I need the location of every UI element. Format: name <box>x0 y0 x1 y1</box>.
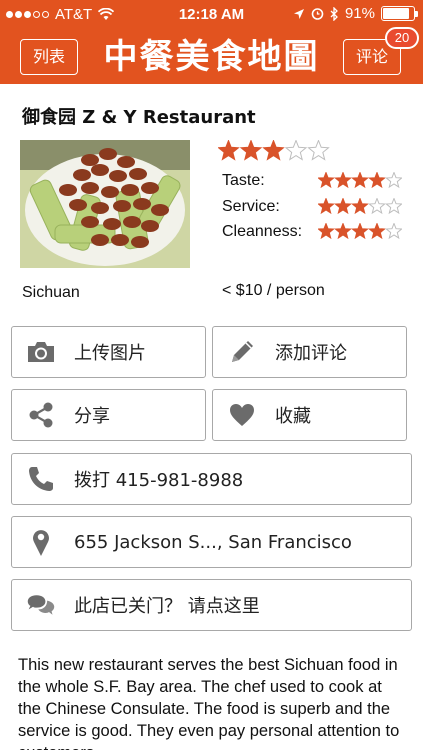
upload-photo-button[interactable]: 上传图片 <box>11 326 206 378</box>
rating-filled-star-icon <box>318 172 335 189</box>
taste-label: Taste: <box>222 172 265 189</box>
rating-empty-star-icon <box>385 223 402 240</box>
rating-filled-star-icon <box>334 172 352 189</box>
share-label: 分享 <box>74 406 110 427</box>
battery-icon <box>381 6 418 21</box>
navigation-bar: 列表 中餐美食地圖 评论 20 <box>0 27 423 84</box>
rating-filled-star-icon <box>351 198 369 215</box>
overall-filled-star-icon <box>262 139 285 161</box>
address-label: 655 Jackson S..., San Francisco <box>74 531 352 553</box>
call-button[interactable]: 拨打 415-981-8988 <box>11 453 412 505</box>
restaurant-name: 御食园 Z & Y Restaurant <box>22 107 256 128</box>
alarm-icon <box>311 8 324 20</box>
price-range: < $10 / person <box>222 282 325 299</box>
address-button[interactable]: 655 Jackson S..., San Francisco <box>11 516 412 568</box>
cleanness-rating: Cleanness: <box>222 221 402 243</box>
overall-filled-star-icon <box>217 139 240 161</box>
service-rating: Service: <box>222 196 402 218</box>
report-closed-button[interactable]: 此店已关门？ 请点这里 <box>11 579 412 631</box>
overall-empty-star-icon <box>284 139 308 161</box>
overall-rating <box>217 139 330 167</box>
upload-photo-label: 上传图片 <box>74 343 146 364</box>
rating-empty-star-icon <box>368 198 386 215</box>
battery-percent: 91% <box>344 5 375 22</box>
overall-empty-star-icon <box>307 139 330 161</box>
rating-empty-star-icon <box>385 198 402 215</box>
pencil-icon <box>227 337 257 367</box>
favorite-button[interactable]: 收藏 <box>212 389 407 441</box>
rating-filled-star-icon <box>351 223 369 240</box>
reviews-count-badge: 20 <box>385 27 419 49</box>
rating-filled-star-icon <box>334 198 352 215</box>
rating-filled-star-icon <box>351 172 369 189</box>
service-label: Service: <box>222 198 280 215</box>
taste-rating: Taste: <box>222 170 402 192</box>
rating-filled-star-icon <box>318 198 335 215</box>
location-arrow-icon <box>293 8 304 19</box>
restaurant-description: This new restaurant serves the best Sich… <box>18 656 400 750</box>
list-button[interactable]: 列表 <box>20 39 78 75</box>
overall-filled-star-icon <box>239 139 263 161</box>
app-title: 中餐美食地圖 <box>103 37 320 77</box>
rating-filled-star-icon <box>368 172 386 189</box>
rating-filled-star-icon <box>334 223 352 240</box>
restaurant-photo[interactable] <box>20 140 190 268</box>
camera-icon <box>26 337 56 367</box>
cleanness-label: Cleanness: <box>222 223 303 240</box>
chat-bubbles-icon <box>26 590 56 620</box>
share-icon <box>26 400 56 430</box>
status-bar: AT&T 12:18 AM 91% <box>0 0 423 30</box>
phone-icon <box>26 464 56 494</box>
heart-icon <box>227 400 257 430</box>
call-label: 拨打 415-981-8988 <box>74 470 244 491</box>
rating-filled-star-icon <box>368 223 386 240</box>
add-review-button[interactable]: 添加评论 <box>212 326 407 378</box>
report-closed-label: 此店已关门？ 请点这里 <box>74 596 260 617</box>
share-button[interactable]: 分享 <box>11 389 206 441</box>
bluetooth-icon <box>330 6 338 21</box>
rating-empty-star-icon <box>385 172 402 189</box>
cuisine-type: Sichuan <box>22 284 80 301</box>
favorite-label: 收藏 <box>275 406 311 427</box>
status-indicators: 91% <box>293 5 418 22</box>
add-review-label: 添加评论 <box>275 343 347 364</box>
map-pin-icon <box>26 527 56 557</box>
rating-filled-star-icon <box>318 223 335 240</box>
